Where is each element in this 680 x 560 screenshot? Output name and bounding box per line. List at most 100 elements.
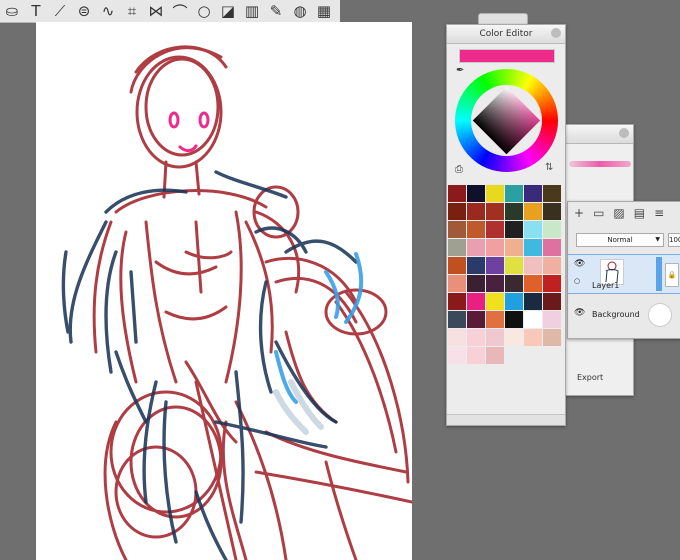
color-swatch[interactable] [524, 329, 542, 346]
layer-item-layer1[interactable]: 👁 ○ Layer1 🔒 [568, 254, 680, 294]
ellipse-tool[interactable]: ○ [192, 0, 216, 22]
color-swatch[interactable] [543, 203, 561, 220]
brush-set-tool[interactable]: ▥ [240, 0, 264, 22]
color-swatch[interactable] [448, 221, 466, 238]
color-swatch[interactable] [467, 347, 485, 364]
close-icon[interactable] [619, 128, 629, 138]
printer-icon[interactable]: ⎙ [455, 164, 463, 175]
mask-icon[interactable]: ▤ [634, 206, 645, 220]
pencil-tool[interactable]: ✎ [264, 0, 288, 22]
curve-tool[interactable]: ⌒ [168, 0, 192, 22]
color-editor-titlebar[interactable]: Color Editor [447, 25, 565, 44]
color-swatch[interactable] [505, 185, 523, 202]
hue-wheel[interactable] [455, 69, 558, 172]
blend-mode-select[interactable]: Normal ▼ [576, 233, 664, 247]
lock-icon[interactable]: 🔒 [665, 263, 679, 287]
symmetry-tool[interactable]: ⋈ [144, 0, 168, 22]
color-swatch[interactable] [543, 329, 561, 346]
color-swatch[interactable] [467, 275, 485, 292]
color-swatch[interactable] [448, 203, 466, 220]
color-swatch[interactable] [505, 329, 523, 346]
color-swatch[interactable] [448, 311, 466, 328]
folder-icon[interactable]: ▭ [593, 206, 604, 220]
swatches-tool[interactable]: ▦ [312, 0, 336, 22]
close-icon[interactable] [551, 28, 561, 38]
opacity-field[interactable]: 100 [668, 233, 680, 247]
color-swatch[interactable] [486, 329, 504, 346]
color-swatch[interactable] [467, 185, 485, 202]
color-swatch[interactable] [467, 329, 485, 346]
color-swatch[interactable] [505, 257, 523, 274]
drawing-canvas[interactable] [36, 22, 412, 560]
color-wheel-tool[interactable]: ◍ [288, 0, 312, 22]
color-swatch[interactable] [486, 203, 504, 220]
color-swatch[interactable] [543, 185, 561, 202]
color-swatch[interactable] [486, 347, 504, 364]
color-swatch[interactable] [543, 221, 561, 238]
color-swatch[interactable] [467, 311, 485, 328]
color-swatch[interactable] [448, 329, 466, 346]
color-swatch[interactable] [486, 257, 504, 274]
color-swatch[interactable] [524, 185, 542, 202]
color-swatch[interactable] [486, 221, 504, 238]
color-swatch[interactable] [543, 275, 561, 292]
color-swatch[interactable] [524, 347, 542, 364]
ruler-tool[interactable]: ⟋ [48, 0, 72, 22]
color-swatch[interactable] [524, 293, 542, 310]
color-swatch[interactable] [543, 257, 561, 274]
eye-icon[interactable]: 👁 [574, 259, 585, 269]
color-swatch[interactable] [448, 293, 466, 310]
color-swatch[interactable] [486, 239, 504, 256]
shape-tool[interactable]: ◪ [216, 0, 240, 22]
color-swatch[interactable] [505, 221, 523, 238]
color-swatch[interactable] [448, 275, 466, 292]
color-swatch[interactable] [467, 239, 485, 256]
color-swatch[interactable] [486, 293, 504, 310]
opacity-strip[interactable] [656, 257, 662, 291]
color-swatch[interactable] [543, 239, 561, 256]
lasso-tool[interactable]: ∿ [96, 0, 120, 22]
current-color-swatch[interactable] [459, 49, 555, 63]
color-swatch[interactable] [505, 239, 523, 256]
color-swatch[interactable] [543, 347, 561, 364]
color-swatch[interactable] [543, 293, 561, 310]
color-swatch[interactable] [524, 203, 542, 220]
text-tool[interactable]: T [24, 0, 48, 22]
color-swatch[interactable] [467, 257, 485, 274]
color-swatch[interactable] [524, 311, 542, 328]
stamp-tool[interactable]: ⊜ [72, 0, 96, 22]
color-swatch[interactable] [505, 275, 523, 292]
brush-panel-titlebar[interactable] [563, 125, 633, 144]
eye-icon[interactable]: 👁 [574, 308, 585, 318]
radio-icon[interactable]: ○ [574, 277, 580, 285]
image-layer-icon[interactable]: ▨ [613, 206, 624, 220]
color-swatch[interactable] [467, 221, 485, 238]
color-swatch[interactable] [524, 221, 542, 238]
color-swatch[interactable] [448, 347, 466, 364]
add-layer-icon[interactable]: + [574, 206, 584, 220]
color-swatch[interactable] [486, 311, 504, 328]
color-swatch[interactable] [505, 347, 523, 364]
eyedropper-icon[interactable]: ✒ [456, 65, 464, 76]
menu-icon[interactable]: ≡ [654, 206, 664, 220]
color-swatch[interactable] [524, 239, 542, 256]
layer-item-background[interactable]: 👁 Background [568, 294, 680, 332]
color-swatch[interactable] [524, 257, 542, 274]
perspective-tool[interactable]: ⌗ [120, 0, 144, 22]
export-button[interactable]: Export [577, 373, 603, 382]
color-swatch[interactable] [448, 257, 466, 274]
color-swatch[interactable] [486, 185, 504, 202]
color-swatch[interactable] [505, 293, 523, 310]
bucket-tool[interactable]: ⛀ [0, 0, 24, 22]
color-swatch[interactable] [448, 239, 466, 256]
color-swatch[interactable] [543, 311, 561, 328]
panel-resize-bar[interactable] [447, 414, 565, 425]
color-swatch[interactable] [524, 275, 542, 292]
color-swatch[interactable] [467, 203, 485, 220]
color-swatch[interactable] [467, 293, 485, 310]
color-swatch[interactable] [448, 185, 466, 202]
color-swatch[interactable] [505, 203, 523, 220]
color-swatch[interactable] [505, 311, 523, 328]
sliders-icon[interactable]: ⇅ [545, 162, 553, 173]
color-swatch[interactable] [486, 275, 504, 292]
